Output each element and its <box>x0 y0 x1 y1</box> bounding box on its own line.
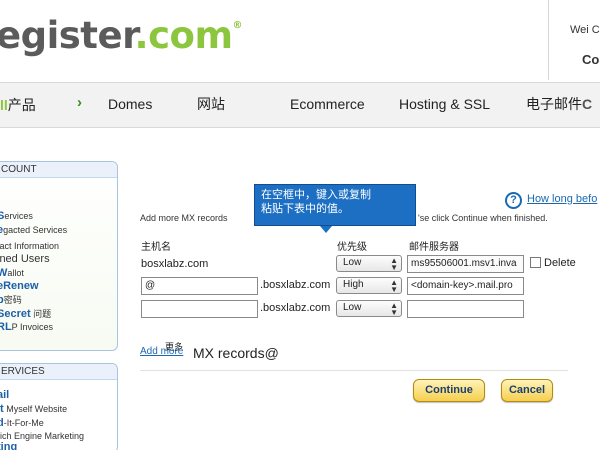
sidebar-item-search-engine-marketing[interactable]: rich Engine Marketing <box>0 431 84 441</box>
select-arrows-icon: ▲ ▼ <box>390 256 398 272</box>
sidebar-item-myself-website[interactable]: It Myself Website <box>0 403 67 415</box>
help-icon[interactable]: ? <box>505 192 522 209</box>
add-more-mx-records-label: MX records@ <box>193 345 279 361</box>
sidebar-item-hosting[interactable]: ting <box>0 441 17 450</box>
column-header-priority: 优先级 <box>337 242 367 253</box>
sidebar-item-redacted-services[interactable]: egacted Services <box>0 224 67 236</box>
logo-suffix: .com <box>134 14 233 57</box>
sidebar-item-invoices[interactable]: RLP Invoices <box>0 321 53 333</box>
sidebar-item-lead: RL <box>0 321 12 333</box>
mail-server-input[interactable]: <domain-key>.mail.pro <box>407 277 524 295</box>
select-arrows-icon: ▲ ▼ <box>390 301 398 317</box>
priority-select[interactable]: Low ▲ ▼ <box>336 255 402 272</box>
mail-server-input[interactable] <box>407 300 524 318</box>
sidebar-item-lead: Secret <box>0 308 31 320</box>
nav-products-accent: ll <box>0 97 8 113</box>
logo-registered-mark: ® <box>232 20 243 31</box>
priority-select-value: High <box>343 279 364 290</box>
sidebar-item-label: ined Users <box>0 253 50 265</box>
nav-item-products[interactable]: ll产品 <box>0 95 36 115</box>
host-input[interactable]: @ <box>141 277 258 295</box>
callout-line: 粘贴下表中的值。 <box>261 203 349 215</box>
sidebar-item-label: P Invoices <box>11 322 54 332</box>
sidebar-item-contact-information[interactable]: tact Information <box>0 241 59 251</box>
sidebar-item-label: gacted Services <box>3 225 68 235</box>
nav-email-suffix: C <box>582 96 593 112</box>
sidebar-services-header: ERVICES <box>0 364 117 380</box>
sidebar-item-label: Myself Website <box>3 404 68 414</box>
sidebar-item-label: ervices <box>4 211 33 221</box>
chevron-right-icon: › <box>77 94 82 111</box>
sidebar-account-panel: COUNT i Services egacted Services tact I… <box>0 161 118 351</box>
user-area <box>548 0 600 80</box>
sidebar-item-services[interactable]: Services <box>0 210 33 222</box>
domain-suffix: .bosxlabz.com <box>260 279 331 291</box>
column-header-host: 主机名 <box>141 242 171 253</box>
priority-select-value: Low <box>343 302 362 313</box>
sidebar-item-label: 问题 <box>30 309 52 319</box>
sidebar-item-lead: eRenew <box>0 280 39 292</box>
mail-server-field[interactable]: ms95506001.msv1.inva <box>407 255 524 273</box>
sidebar-item-email[interactable]: ail <box>0 389 9 401</box>
sidebar-item-wallet[interactable]: Wallot <box>0 267 24 279</box>
priority-select[interactable]: High ▲ ▼ <box>336 277 402 294</box>
callout-pointer <box>320 226 332 233</box>
callout-line: 在空框中，键入或复制 <box>261 189 371 201</box>
sidebar-item-label: 密码 <box>3 295 22 305</box>
sidebar-item-label: rich Engine Marketing <box>0 431 85 441</box>
sidebar-item-autorenew[interactable]: eRenew <box>0 280 39 292</box>
divider <box>140 370 568 371</box>
nav-item-domains[interactable]: Domes <box>108 96 152 112</box>
nav-item-websites[interactable]: 网站 <box>197 94 225 114</box>
host-input[interactable] <box>141 300 258 318</box>
main-nav: ll产品 › Domes 网站 Ecommerce Hosting & SSL … <box>0 82 600 128</box>
sidebar-item-label: allot <box>7 268 24 278</box>
priority-select[interactable]: Low ▲ ▼ <box>336 300 402 317</box>
nav-item-email[interactable]: 电子邮件C <box>526 94 592 114</box>
callout-tooltip: 在空框中，键入或复制 粘贴下表中的值。 <box>254 184 416 226</box>
sidebar-item-do-it-for-me[interactable]: d-It-For-Me <box>0 417 44 429</box>
register-logo[interactable]: egister.com® <box>0 14 242 57</box>
sidebar-item-users[interactable]: ined Users <box>0 253 50 265</box>
sidebar-services-panel: ERVICES ail It Myself Website d-It-For-M… <box>0 363 118 450</box>
continue-button[interactable]: Continue <box>413 379 485 402</box>
instructions-text: Add more MX records <box>140 213 228 223</box>
add-more-translation: 更多 <box>165 342 184 352</box>
user-greeting: Wei CO <box>570 24 600 36</box>
sidebar-item-password[interactable]: p密码 <box>0 293 22 306</box>
column-header-mail-server: 邮件服务器 <box>409 242 459 253</box>
sidebar-item-secret-question[interactable]: Secret 问题 <box>0 307 51 320</box>
sidebar-account-header: COUNT <box>0 162 117 178</box>
logo-text: egister <box>0 14 135 57</box>
priority-select-value: Low <box>343 257 362 268</box>
delete-checkbox-label: Delete <box>544 257 576 269</box>
nav-email-label: 电子邮件 <box>526 96 582 112</box>
cancel-button[interactable]: Cancel <box>501 379 553 402</box>
sidebar-item-label: tact Information <box>0 241 60 251</box>
help-link[interactable]: How long befo <box>527 193 597 205</box>
nav-item-ecommerce[interactable]: Ecommerce <box>290 96 365 112</box>
instructions-text-continued: 'se click Continue when finished. <box>418 213 548 223</box>
domain-suffix: .bosxlabz.com <box>260 302 331 314</box>
record-host-value: bosxlabz.com <box>141 258 209 270</box>
sidebar-item-lead: ting <box>0 441 18 450</box>
nav-products-label: 产品 <box>7 97 36 113</box>
user-company: Co <box>582 52 600 67</box>
delete-checkbox[interactable] <box>530 257 541 268</box>
sidebar-item-lead: ail <box>0 389 10 401</box>
select-arrows-icon: ▲ ▼ <box>390 278 398 294</box>
nav-item-hosting-ssl[interactable]: Hosting & SSL <box>399 96 490 112</box>
sidebar-item-label: -It-For-Me <box>3 418 44 428</box>
